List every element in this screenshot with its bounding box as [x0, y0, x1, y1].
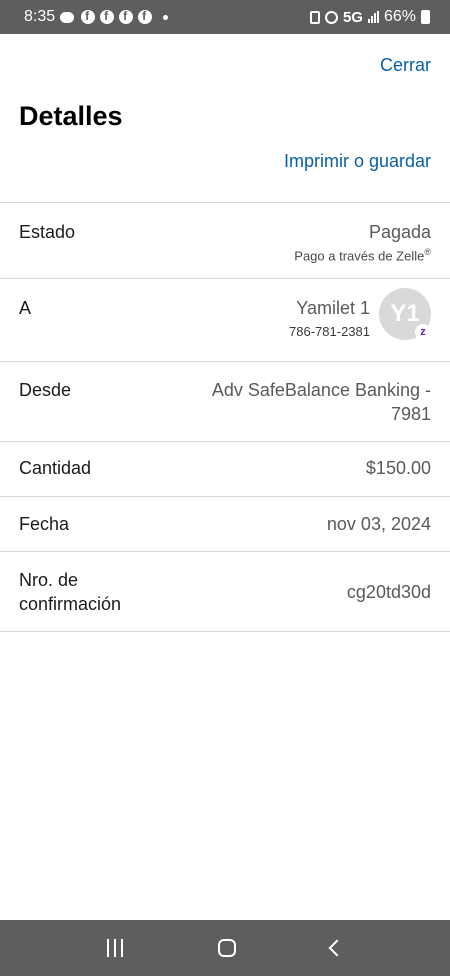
from-account: Adv SafeBalance Banking - 7981 [212, 378, 431, 426]
status-time: 8:35 [24, 8, 56, 25]
from-label: Desde [19, 380, 72, 400]
confirmation-label: Nro. de confirmación [19, 568, 121, 616]
network-type: 5G [342, 8, 363, 26]
status-value: Pagada [368, 222, 431, 242]
detail-row-confirmation: Nro. de confirmación cg20td30d [0, 552, 450, 632]
status-value-group: Pagada Pago a través de Zelle® [294, 220, 431, 263]
alarm-icon [324, 10, 338, 24]
detail-row-status: Estado Pagada Pago a través de Zelle® [0, 203, 450, 279]
back-icon[interactable] [328, 939, 346, 957]
more-notifications-icon [163, 14, 169, 20]
sim-icon [309, 10, 320, 24]
zelle-badge-icon: z [415, 324, 431, 340]
details-list: Estado Pagada Pago a través de Zelle® A … [0, 202, 450, 632]
battery-percent: 66% [383, 8, 416, 25]
message-icon [60, 11, 75, 23]
detail-row-date: Fecha nov 03, 2024 [0, 497, 450, 552]
close-button[interactable]: Cerrar [380, 55, 431, 76]
recipient-name: Yamilet 1 [296, 298, 370, 318]
detail-row-amount: Cantidad $150.00 [0, 442, 450, 497]
confirmation-value: cg20td30d [346, 581, 431, 602]
signal-icon [367, 11, 379, 23]
confirmation-label-line1: Nro. de [19, 569, 79, 590]
home-icon[interactable] [217, 939, 236, 957]
status-left: 8:35 [24, 8, 169, 26]
date-label: Fecha [19, 514, 70, 534]
avatar: Y1 z [379, 288, 431, 340]
from-account-line2: 7981 [390, 404, 431, 424]
facebook-icon [100, 9, 115, 24]
confirmation-label-line2: confirmación [19, 593, 122, 614]
status-label: Estado [19, 222, 76, 242]
registered-mark: ® [424, 247, 431, 257]
payment-method-text: Pago a través de Zelle [294, 248, 425, 264]
detail-row-from: Desde Adv SafeBalance Banking - 7981 [0, 362, 450, 442]
facebook-icon [119, 9, 134, 24]
recipient-label: A [19, 298, 32, 318]
recipient-text: Yamilet 1 786-781-2381 [289, 296, 370, 339]
page-title: Detalles [19, 101, 123, 131]
recent-apps-icon[interactable] [107, 939, 124, 957]
battery-icon [421, 10, 430, 24]
recipient-group: Yamilet 1 786-781-2381 Y1 z [289, 288, 431, 340]
from-account-line1: Adv SafeBalance Banking - [211, 380, 431, 400]
recipient-phone: 786-781-2381 [289, 324, 370, 339]
facebook-icon [81, 9, 96, 24]
status-bar: 8:35 5G 66% [0, 0, 450, 34]
amount-label: Cantidad [19, 458, 92, 478]
facebook-icon [138, 9, 153, 24]
avatar-initials: Y1 [390, 300, 420, 327]
date-value: nov 03, 2024 [326, 514, 431, 534]
system-nav-bar [0, 920, 450, 976]
status-right: 5G 66% [309, 8, 430, 26]
payment-method: Pago a través de Zelle® [294, 247, 431, 263]
amount-value: $150.00 [365, 458, 431, 478]
print-or-save-button[interactable]: Imprimir o guardar [284, 151, 431, 172]
detail-row-recipient: A Yamilet 1 786-781-2381 Y1 z [0, 279, 450, 362]
